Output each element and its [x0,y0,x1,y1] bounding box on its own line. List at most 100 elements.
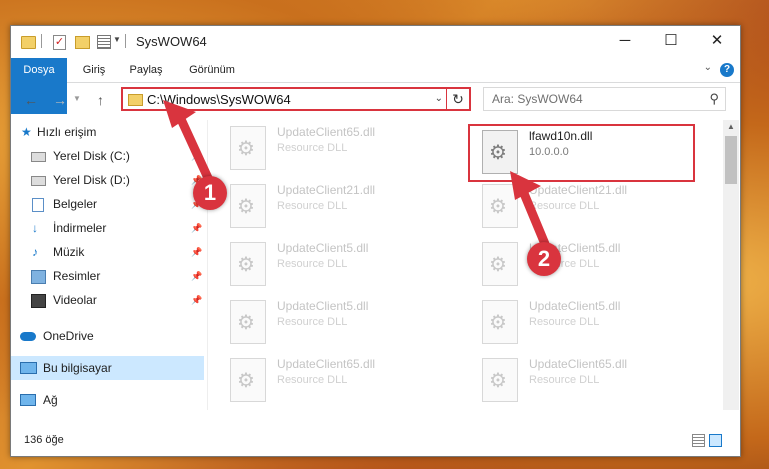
pictures-icon [31,270,46,284]
close-button[interactable]: ✕ [694,26,740,56]
forward-arrow-icon[interactable]: → [53,92,67,108]
dll-file-icon: ⚙ [230,300,266,344]
dll-file-icon: ⚙ [482,358,518,402]
sidebar-item-disk-c[interactable]: Yerel Disk (C:) 📌 [11,144,204,168]
sidebar-item-label: Videolar [53,293,97,307]
download-icon: ↓ [32,221,38,235]
pin-icon[interactable]: 📌 [191,288,202,312]
sidebar-item-music[interactable]: ♪ Müzik 📌 [11,240,204,264]
properties-icon[interactable] [97,35,111,49]
scroll-up-arrow-icon[interactable]: ▲ [723,120,739,134]
dll-file-icon: ⚙ [482,184,518,228]
pin-icon[interactable]: 📌 [191,240,202,264]
file-type: Resource DLL [277,200,348,212]
expand-ribbon-icon[interactable]: ⌄ [704,62,712,73]
sidebar-item-pictures[interactable]: Resimler 📌 [11,264,204,288]
gear-icon: ⚙ [489,312,507,334]
pane-divider[interactable] [207,120,208,410]
file-item[interactable]: ⚙ UpdateClient5.dll Resource DLL [468,294,700,350]
file-name: UpdateClient65.dll [529,357,628,371]
file-type: Resource DLL [529,200,600,212]
customize-toolbar-chevron-icon[interactable]: ▼ [113,35,121,51]
file-item[interactable]: ⚙ UpdateClient21.dll Resource DLL [216,178,448,234]
file-name: UpdateClient65.dll [277,357,376,371]
large-icons-view-icon[interactable] [709,434,722,447]
properties-check-icon[interactable]: ✓ [53,35,66,50]
maximize-button[interactable]: ☐ [648,26,694,56]
tab-home[interactable]: Giriş [73,58,115,82]
separator [41,34,42,48]
file-type: Resource DLL [529,374,600,386]
file-type: Resource DLL [529,316,600,328]
navigation-pane: ★ Hızlı erişim Yerel Disk (C:) 📌 Yerel D… [11,120,204,410]
documents-icon [32,198,44,212]
star-icon: ★ [21,125,32,139]
gear-icon: ⚙ [489,196,507,218]
sidebar-item-this-pc[interactable]: Bu bilgisayar [11,356,204,380]
sidebar-item-documents[interactable]: Belgeler 📌 [11,192,204,216]
dll-file-icon: ⚙ [230,184,266,228]
address-path[interactable]: C:\Windows\SysWOW64 [147,92,291,107]
vertical-scrollbar[interactable]: ▲ [723,120,739,410]
back-arrow-icon[interactable]: ← [24,92,38,108]
sidebar-item-onedrive[interactable]: OneDrive [11,324,204,348]
file-item[interactable]: ⚙ UpdateClient5.dll Resource DLL [216,294,448,350]
search-icon[interactable]: ⚲ [709,91,719,107]
up-arrow-icon[interactable]: ↑ [97,92,104,108]
gear-icon: ⚙ [237,254,255,276]
tab-share[interactable]: Paylaş [123,58,169,82]
pin-icon[interactable]: 📌 [191,216,202,240]
file-type: Resource DLL [277,258,348,270]
recent-locations-chevron-icon[interactable]: ▼ [73,94,81,103]
gear-icon: ⚙ [237,196,255,218]
file-name: UpdateClient21.dll [529,183,628,197]
scroll-thumb[interactable] [725,136,737,184]
file-type: Resource DLL [277,142,348,154]
minimize-button[interactable]: ─ [602,26,648,56]
new-folder-icon[interactable] [75,36,90,49]
help-icon[interactable]: ? [720,63,734,77]
file-name: UpdateClient65.dll [277,125,376,139]
file-item[interactable]: ⚙ UpdateClient21.dll Resource DLL [468,178,700,234]
file-item[interactable]: ⚙ UpdateClient5.dll Resource DLL [468,236,700,292]
file-name: UpdateClient5.dll [277,299,369,313]
drive-icon [31,176,46,186]
sidebar-item-videos[interactable]: Videolar 📌 [11,288,204,312]
file-item[interactable]: ⚙ UpdateClient65.dll Resource DLL [468,352,700,408]
file-item[interactable]: ⚙ UpdateClient65.dll Resource DLL [216,120,448,176]
tab-view[interactable]: Görünüm [179,58,245,82]
details-view-icon[interactable] [692,434,705,447]
file-item[interactable]: ⚙ UpdateClient65.dll Resource DLL [216,352,448,408]
sidebar-item-downloads[interactable]: ↓ İndirmeler 📌 [11,216,204,240]
cloud-icon [20,332,36,341]
step-2-badge: 2 [527,242,561,276]
search-input[interactable]: Ara: SysWOW64 ⚲ [483,87,726,111]
gear-icon: ⚙ [489,254,507,276]
ribbon-tabs: Dosya Giriş Paylaş Görünüm ⌄ ? [11,58,740,114]
navigation-bar: ← → ▼ ↑ C:\Windows\SysWOW64 ⌄ ↻ Ara: Sys… [11,83,740,117]
gear-icon: ⚙ [489,370,507,392]
file-item[interactable]: ⚙ UpdateClient5.dll Resource DLL [216,236,448,292]
pin-icon[interactable]: 📌 [191,264,202,288]
sidebar-item-label: İndirmeler [53,221,107,235]
sidebar-item-label: Yerel Disk (D:) [53,173,130,187]
sidebar-item-label: Ağ [43,393,58,407]
refresh-button[interactable]: ↻ [446,89,469,109]
music-icon: ♪ [32,245,38,259]
gear-icon: ⚙ [237,312,255,334]
address-bar[interactable]: C:\Windows\SysWOW64 ⌄ ↻ [121,87,471,111]
sidebar-item-label: Yerel Disk (C:) [53,149,130,163]
drive-icon [31,152,46,162]
network-icon [20,394,36,406]
videos-icon [31,294,46,308]
highlight-box [468,124,695,182]
pin-icon[interactable]: 📌 [191,144,202,168]
sidebar-item-network[interactable]: Ağ [11,388,204,412]
address-history-chevron-icon[interactable]: ⌄ [435,93,443,104]
sidebar-item-label: Resimler [53,269,101,283]
sidebar-item-label: Hızlı erişim [37,125,97,139]
sidebar-item-quick-access[interactable]: ★ Hızlı erişim [11,120,204,144]
gear-icon: ⚙ [237,370,255,392]
item-count: 136 öğe [24,434,64,446]
sidebar-item-disk-d[interactable]: Yerel Disk (D:) 📌 [11,168,204,192]
